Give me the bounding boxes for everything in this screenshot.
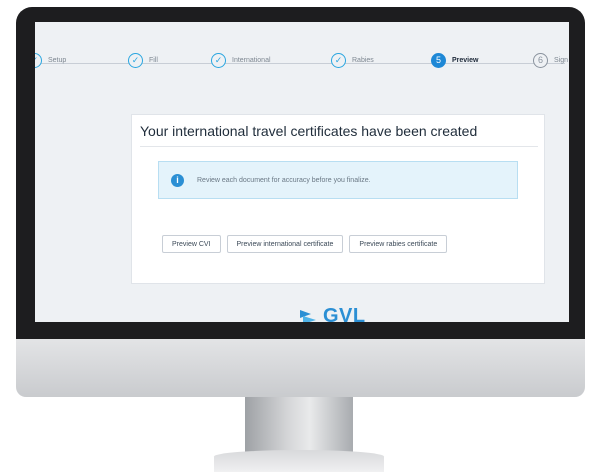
step-label: International [232, 57, 271, 64]
gvl-logo-icon [300, 309, 316, 322]
preview-buttons: Preview CVI Preview international certif… [162, 235, 448, 253]
step-label: Sign [554, 57, 569, 64]
info-alert: i Review each document for accuracy befo… [158, 161, 518, 199]
step-international[interactable]: ✓ International [211, 53, 271, 68]
step-setup[interactable]: ✓ Setup [35, 53, 66, 68]
monitor-stand [245, 397, 353, 453]
step-label: Setup [48, 57, 67, 64]
step-sign[interactable]: 6 Sign [533, 53, 568, 68]
info-icon: i [171, 173, 184, 187]
preview-international-certificate-button[interactable]: Preview international certificate [226, 235, 344, 253]
certificates-card: Your international travel certificates h… [131, 114, 545, 284]
alert-text: Review each document for accuracy before… [197, 176, 371, 184]
page-title: Your international travel certificates h… [140, 123, 538, 147]
check-icon: ✓ [331, 53, 346, 68]
check-icon: ✓ [35, 53, 42, 68]
progress-stepper: ✓ Setup ✓ Fill ✓ International ✓ Rabies … [35, 30, 569, 70]
preview-cvi-button[interactable]: Preview CVI [162, 235, 221, 253]
step-label: Rabies [352, 57, 374, 64]
monitor-chin [16, 339, 585, 397]
step-number: 6 [533, 53, 548, 68]
stepper-track [35, 63, 565, 64]
monitor-screen: ✓ Setup ✓ Fill ✓ International ✓ Rabies … [35, 22, 569, 322]
step-label: Preview [452, 57, 479, 64]
gvl-logo: GVL [298, 305, 366, 322]
step-rabies[interactable]: ✓ Rabies [331, 53, 374, 68]
check-icon: ✓ [211, 53, 226, 68]
step-preview[interactable]: 5 Preview [431, 53, 478, 68]
preview-rabies-certificate-button[interactable]: Preview rabies certificate [349, 235, 448, 253]
monitor-base [214, 450, 384, 472]
logo-text: GVL [323, 305, 366, 322]
step-number: 5 [431, 53, 446, 68]
step-fill[interactable]: ✓ Fill [128, 53, 158, 68]
step-label: Fill [149, 57, 158, 64]
check-icon: ✓ [128, 53, 143, 68]
